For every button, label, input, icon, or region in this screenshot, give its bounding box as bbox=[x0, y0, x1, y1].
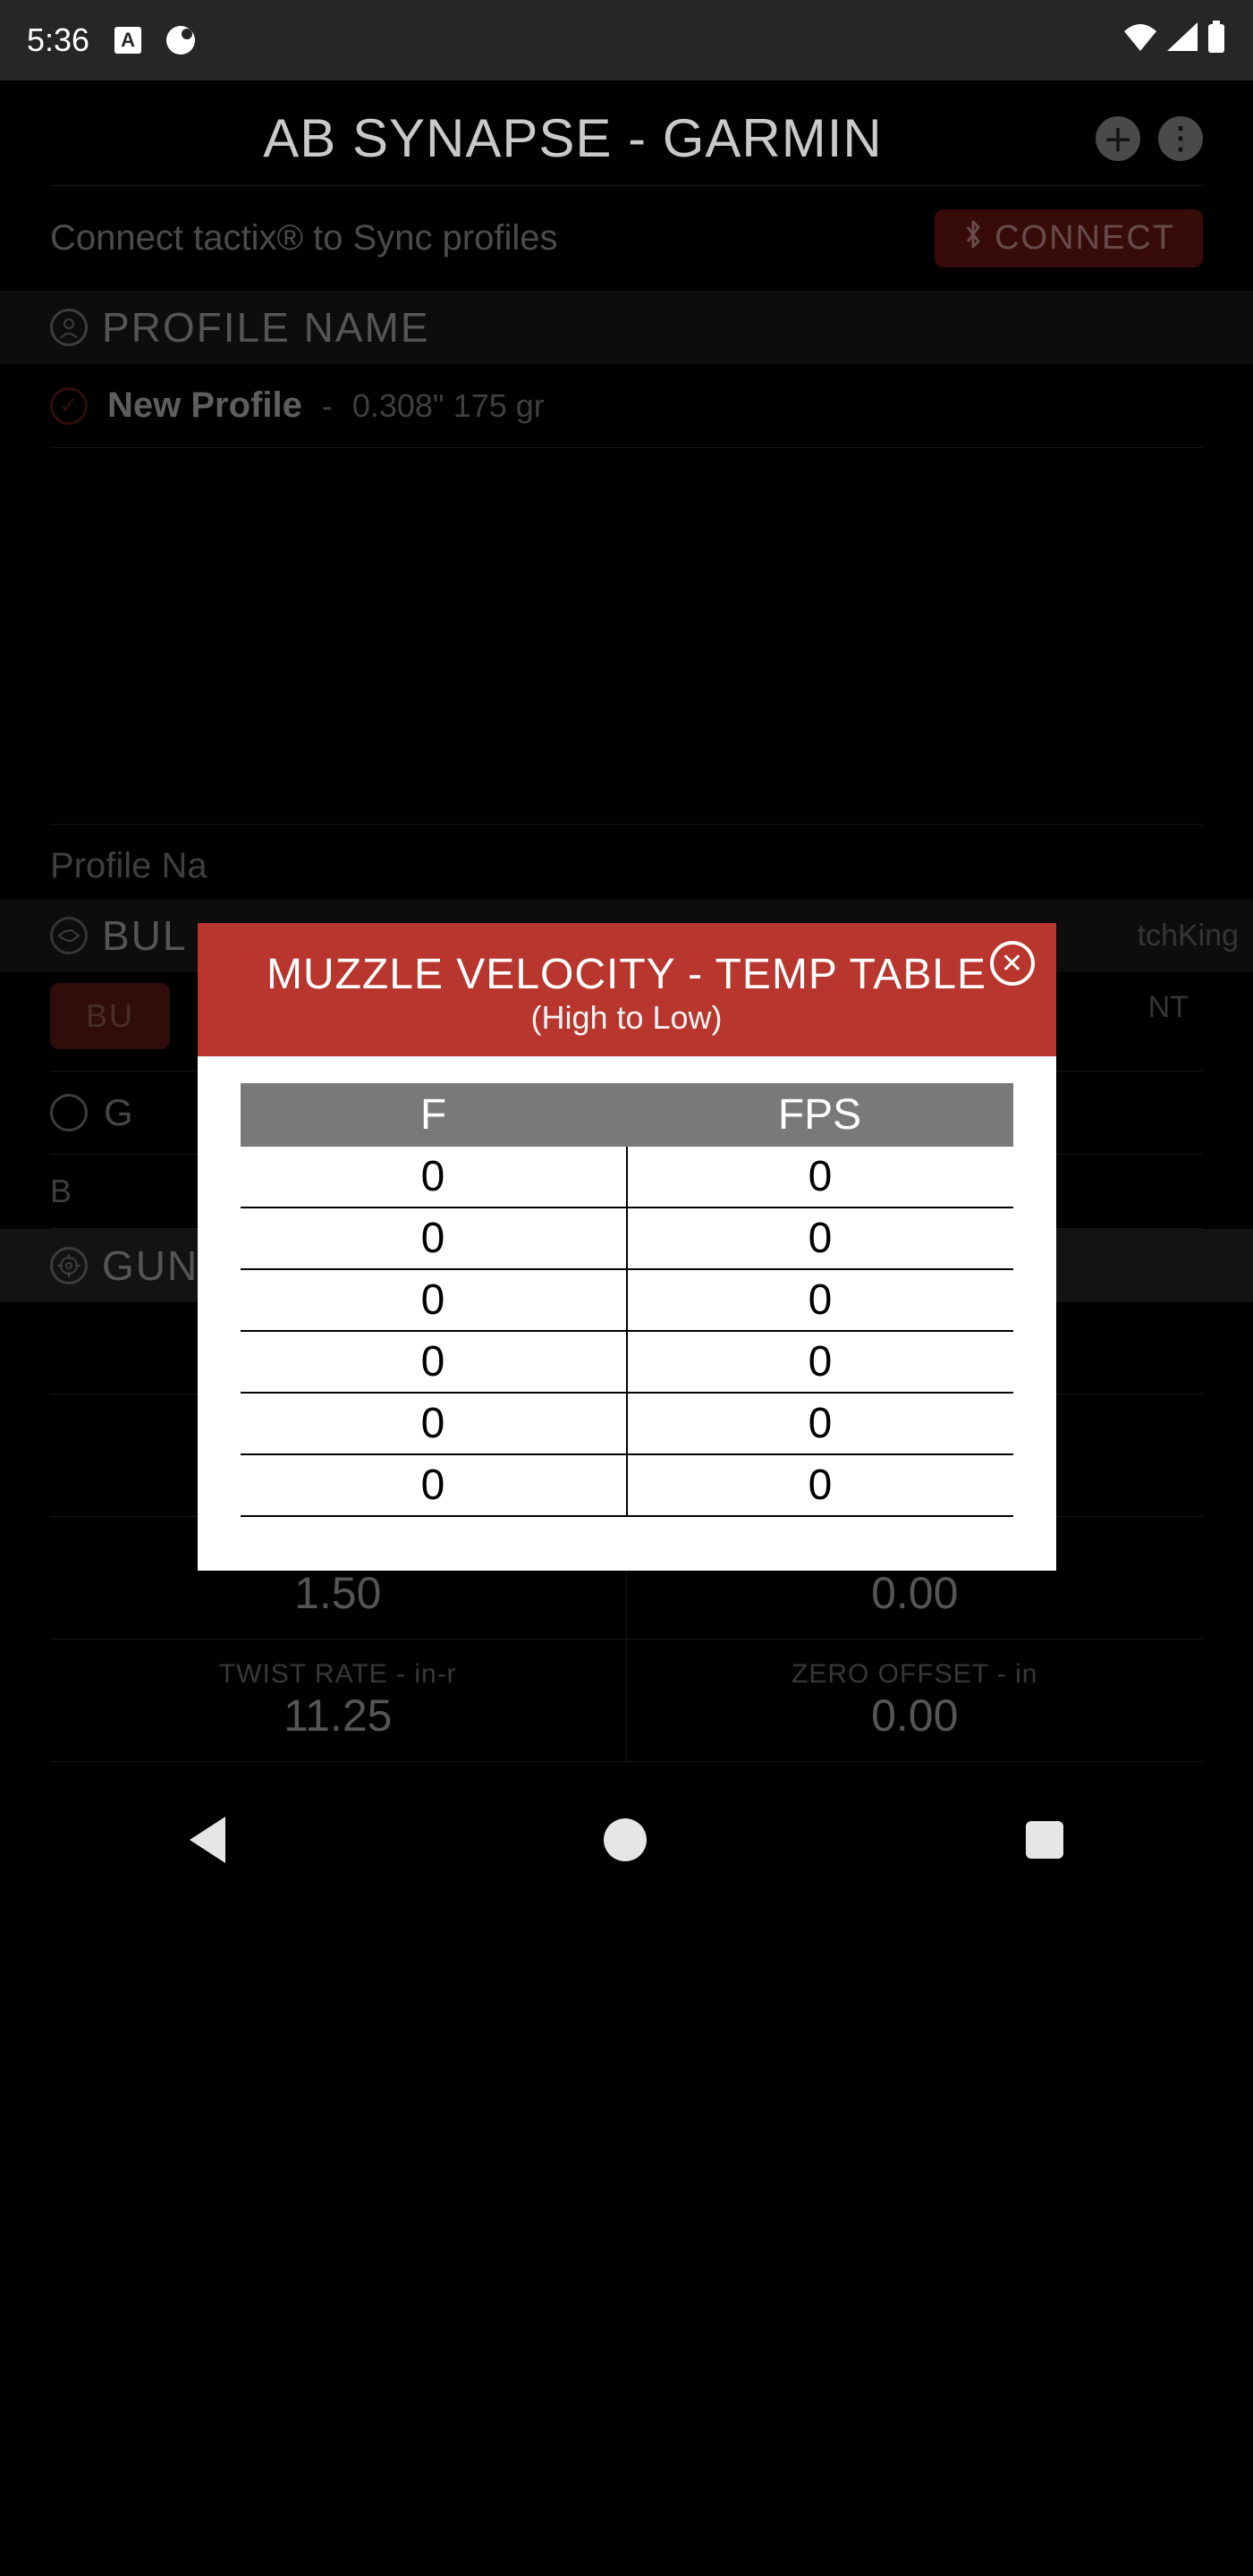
table-row: 0 0 bbox=[241, 1455, 1013, 1517]
add-button[interactable]: ＋ bbox=[1096, 116, 1140, 161]
table-row: 0 0 bbox=[241, 1208, 1013, 1270]
mv-temp-table: F FPS 0 0 0 0 0 0 0 0 bbox=[241, 1083, 1013, 1517]
modal-title: MUZZLE VELOCITY - TEMP TABLE bbox=[216, 950, 1038, 999]
nav-back-icon[interactable] bbox=[190, 1817, 225, 1863]
fps-input[interactable]: 0 bbox=[628, 1455, 1013, 1517]
temp-input[interactable]: 0 bbox=[241, 1208, 628, 1270]
fps-input[interactable]: 0 bbox=[628, 1332, 1013, 1394]
modal-header: MUZZLE VELOCITY - TEMP TABLE (High to Lo… bbox=[198, 923, 1056, 1056]
col-header-fps: FPS bbox=[627, 1083, 1013, 1147]
status-icon-circle bbox=[166, 26, 195, 55]
temp-input[interactable]: 0 bbox=[241, 1332, 628, 1394]
status-icon-a: A bbox=[114, 27, 141, 54]
android-nav-bar bbox=[0, 1782, 1253, 1898]
wifi-icon bbox=[1122, 21, 1158, 59]
cell-icon bbox=[1167, 21, 1198, 59]
table-header: F FPS bbox=[241, 1083, 1013, 1147]
temp-input[interactable]: 0 bbox=[241, 1147, 628, 1208]
table-row: 0 0 bbox=[241, 1147, 1013, 1208]
table-row: 0 0 bbox=[241, 1270, 1013, 1332]
app-title: AB SYNAPSE - GARMIN bbox=[263, 107, 882, 169]
fps-input[interactable]: 0 bbox=[628, 1208, 1013, 1270]
col-header-f: F bbox=[241, 1083, 627, 1147]
table-row: 0 0 bbox=[241, 1332, 1013, 1394]
fps-input[interactable]: 0 bbox=[628, 1394, 1013, 1455]
nav-recent-icon[interactable] bbox=[1026, 1821, 1063, 1859]
modal-subtitle: (High to Low) bbox=[216, 999, 1038, 1037]
status-time: 5:36 bbox=[27, 21, 89, 59]
temp-input[interactable]: 0 bbox=[241, 1270, 628, 1332]
battery-icon bbox=[1206, 21, 1226, 61]
more-button[interactable]: ⋮ bbox=[1158, 116, 1203, 161]
nav-home-icon[interactable] bbox=[604, 1818, 647, 1861]
temp-input[interactable]: 0 bbox=[241, 1394, 628, 1455]
mv-temp-table-modal: MUZZLE VELOCITY - TEMP TABLE (High to Lo… bbox=[198, 923, 1056, 1571]
close-icon[interactable]: ✕ bbox=[990, 941, 1035, 986]
fps-input[interactable]: 0 bbox=[628, 1147, 1013, 1208]
temp-input[interactable]: 0 bbox=[241, 1455, 628, 1517]
fps-input[interactable]: 0 bbox=[628, 1270, 1013, 1332]
status-bar: 5:36 A bbox=[0, 0, 1253, 80]
table-row: 0 0 bbox=[241, 1394, 1013, 1455]
